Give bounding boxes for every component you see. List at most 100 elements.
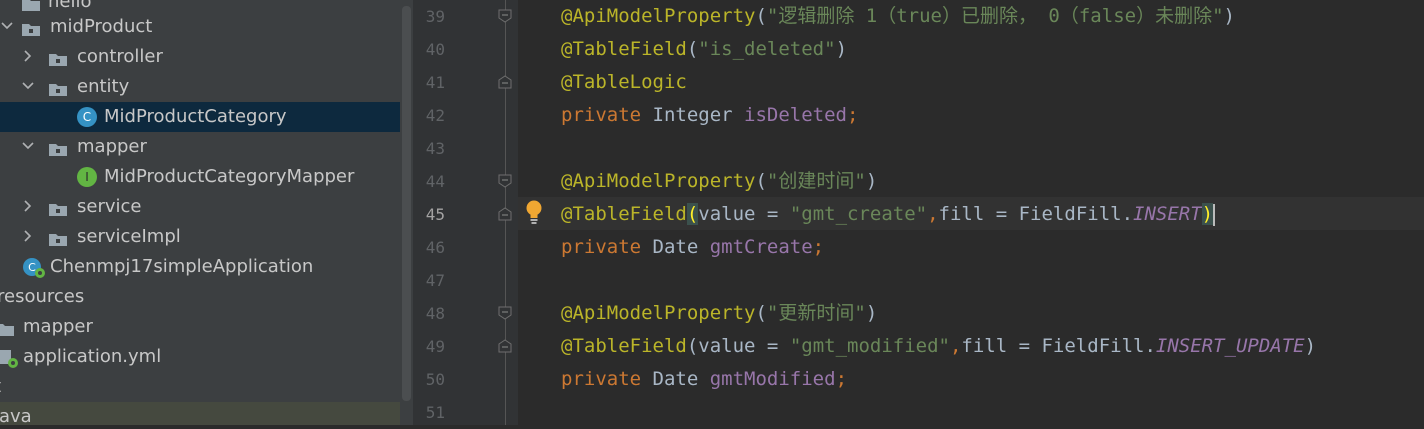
fold-end-icon[interactable] [498, 207, 512, 221]
tree-item-serviceimpl[interactable]: serviceImpl [0, 222, 400, 252]
annotation-token: @TableField [561, 38, 687, 60]
paren-token: ) [865, 302, 878, 324]
chevron-right-icon[interactable] [21, 199, 35, 213]
package-icon [49, 204, 67, 216]
tree-item-application-class[interactable]: C Chenmpj17simpleApplication [0, 252, 400, 282]
tree-item-midproductcategorymapper[interactable]: I MidProductCategoryMapper [0, 162, 400, 192]
tree-item-entity[interactable]: entity [0, 72, 400, 102]
tree-item-t[interactable]: t [0, 372, 400, 402]
semicolon-token: ; [846, 104, 859, 126]
type-token: Date [641, 236, 710, 258]
package-icon [49, 234, 67, 246]
fold-start-icon[interactable] [498, 9, 512, 23]
class-icon: C [77, 107, 97, 127]
line-number: 44 [425, 172, 445, 191]
code-line-48[interactable]: @ApiModelProperty("更新时间") [561, 297, 877, 330]
tree-item-application-yml[interactable]: application.yml [0, 342, 400, 372]
tree-item-service[interactable]: service [0, 192, 400, 222]
line-number: 47 [425, 271, 445, 290]
keyword-token: private [561, 104, 642, 126]
chevron-right-icon[interactable] [21, 49, 35, 63]
type-token: Integer [641, 104, 745, 126]
matched-paren-token: ) [1201, 203, 1214, 225]
field-token: isDeleted [744, 104, 847, 126]
fold-end-icon[interactable] [498, 339, 512, 353]
line-number: 39 [425, 7, 445, 26]
code-line-39[interactable]: @ApiModelProperty("逻辑删除 1（true）已删除， 0（fa… [561, 0, 1235, 33]
chevron-down-icon[interactable] [21, 139, 35, 153]
tree-item-resources[interactable]: resources [0, 282, 400, 312]
enum-constant-token: INSERT [1133, 203, 1202, 225]
string-token: "创建时间" [766, 170, 866, 192]
chevron-down-icon[interactable] [21, 79, 35, 93]
package-icon [49, 54, 67, 66]
code-line-45[interactable]: @TableField(value = "gmt_create",fill = … [561, 198, 1216, 231]
field-token: gmtCreate [709, 236, 813, 258]
type-token: Date [641, 368, 710, 390]
code-line-42[interactable]: private Integer isDeleted; [561, 99, 858, 132]
paren-token: ) [835, 38, 848, 60]
tree-item-label: mapper [23, 316, 93, 337]
param-token: fill = FieldFill. [938, 203, 1134, 225]
tree-item-label: java [0, 406, 32, 425]
chevron-right-icon[interactable] [21, 229, 35, 243]
tree-item-label: MidProductCategory [104, 106, 287, 127]
code-line-41[interactable]: @TableLogic [561, 66, 687, 99]
field-token: gmtModified [709, 368, 836, 390]
line-number: 49 [425, 337, 445, 356]
code-line-49[interactable]: @TableField(value = "gmt_modified",fill … [561, 330, 1316, 363]
paren-token: ( [686, 335, 699, 357]
fold-end-icon[interactable] [498, 75, 512, 89]
annotation-token: @ApiModelProperty [561, 302, 756, 324]
param-token: value = [698, 203, 790, 225]
matched-paren-token: ( [686, 203, 699, 225]
string-token: "gmt_create" [789, 203, 928, 225]
interface-icon: I [77, 167, 97, 187]
line-number: 42 [425, 106, 445, 125]
tree-item-label: mapper [77, 136, 147, 157]
code-line-40[interactable]: @TableField("is_deleted") [561, 33, 847, 66]
code-line-50[interactable]: private Date gmtModified; [561, 363, 847, 396]
tree-item-mapper-folder[interactable]: mapper [0, 312, 400, 342]
tree-item-label: application.yml [23, 346, 162, 367]
spring-app-icon: C [23, 258, 45, 278]
keyword-token: private [561, 236, 642, 258]
chevron-down-icon[interactable] [0, 19, 14, 33]
annotation-token: @TableField [561, 335, 687, 357]
tree-item-label: t [0, 375, 1, 399]
paren-token: ) [1223, 5, 1235, 27]
annotation-token: @ApiModelProperty [561, 5, 756, 27]
tree-item-label: midProduct [50, 16, 153, 37]
string-token: "逻辑删除 1（true）已删除， 0（false）未删除" [766, 5, 1224, 27]
line-number: 41 [425, 73, 445, 92]
string-token: "gmt_modified" [789, 335, 950, 357]
tree-item-label: resources [0, 286, 85, 307]
fold-start-icon[interactable] [498, 306, 512, 320]
tree-item-java[interactable]: java [0, 402, 400, 425]
tree-item-midproductcategory[interactable]: C MidProductCategory [0, 102, 400, 132]
package-icon [22, 24, 40, 36]
paren-token: ( [755, 5, 767, 27]
folder-icon [22, 0, 40, 11]
tree-item-mapper-package[interactable]: mapper [0, 132, 400, 162]
tree-item-label: entity [77, 76, 130, 97]
comma-token: , [927, 203, 939, 225]
tree-item-label: serviceImpl [77, 226, 181, 247]
param-token: fill = FieldFill. [961, 335, 1156, 357]
keyword-token: private [561, 368, 642, 390]
paren-token: ( [755, 170, 767, 192]
annotation-token: @TableLogic [561, 71, 687, 93]
line-number: 50 [425, 370, 445, 389]
tree-item-midproduct[interactable]: midProduct [0, 12, 400, 42]
enum-constant-token: INSERT_UPDATE [1155, 335, 1305, 357]
tree-scrollbar-thumb[interactable] [402, 6, 411, 401]
lightbulb-icon[interactable] [524, 199, 544, 225]
paren-token: ( [686, 38, 699, 60]
code-line-44[interactable]: @ApiModelProperty("创建时间") [561, 165, 877, 198]
comma-token: , [949, 335, 962, 357]
fold-start-icon[interactable] [498, 174, 512, 188]
package-icon [49, 144, 67, 156]
tree-item-controller[interactable]: controller [0, 42, 400, 72]
annotation-token: @TableField [561, 203, 687, 225]
code-line-46[interactable]: private Date gmtCreate; [561, 231, 824, 264]
